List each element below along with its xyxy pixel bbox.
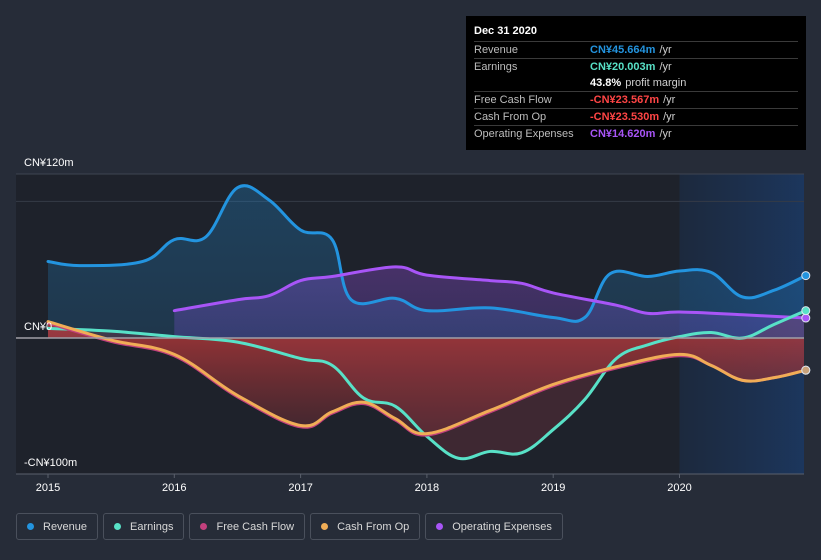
tooltip-unit: /yr xyxy=(663,111,676,123)
legend-label: Revenue xyxy=(43,520,88,533)
tooltip-value: -CN¥23.530m xyxy=(590,111,660,123)
tooltip-row-cash-from-op: Cash From Op -CN¥23.530m /yr xyxy=(474,109,798,126)
x-tick-label: 2020 xyxy=(667,482,691,494)
y-tick-label: -CN¥100m xyxy=(24,457,77,469)
tooltip-row-profit-margin: 43.8% profit margin xyxy=(474,75,798,92)
legend-item-earnings[interactable]: Earnings xyxy=(103,513,185,540)
tooltip-unit: /yr xyxy=(659,61,672,73)
tooltip-label: Revenue xyxy=(474,44,519,56)
x-tick-label: 2016 xyxy=(162,482,186,494)
legend-item-free-cash-flow[interactable]: Free Cash Flow xyxy=(189,513,306,540)
tooltip-label: Cash From Op xyxy=(474,111,547,123)
cash-from-op-end-marker[interactable] xyxy=(801,365,811,375)
legend-label: Free Cash Flow xyxy=(216,520,295,533)
tooltip-row-earnings: Earnings CN¥20.003m /yr xyxy=(474,59,798,75)
earnings-dot-icon xyxy=(114,523,122,530)
legend-item-revenue[interactable]: Revenue xyxy=(16,513,99,540)
tooltip-value: -CN¥23.567m xyxy=(590,94,660,106)
legend-item-operating-expenses[interactable]: Operating Expenses xyxy=(425,513,563,540)
legend-label: Operating Expenses xyxy=(452,520,552,533)
y-tick-label: CN¥120m xyxy=(24,157,74,169)
chart-legend: Revenue Earnings Free Cash Flow Cash Fro… xyxy=(16,513,563,540)
revenue-end-marker[interactable] xyxy=(801,271,811,281)
tooltip-date: Dec 31 2020 xyxy=(474,24,798,42)
legend-label: Earnings xyxy=(130,520,174,533)
tooltip-label: Free Cash Flow xyxy=(474,94,552,106)
x-tick-label: 2019 xyxy=(541,482,565,494)
tooltip-unit: profit margin xyxy=(625,77,687,89)
tooltip-row-free-cash-flow: Free Cash Flow -CN¥23.567m /yr xyxy=(474,92,798,109)
y-tick-label: CN¥0 xyxy=(24,321,52,333)
tooltip-label: Operating Expenses xyxy=(474,128,574,140)
cash-from-op-dot-icon xyxy=(321,523,329,530)
tooltip-value: CN¥14.620m xyxy=(590,128,656,140)
tooltip-value: 43.8% xyxy=(590,77,622,89)
legend-item-cash-from-op[interactable]: Cash From Op xyxy=(310,513,421,540)
tooltip-value: CN¥20.003m xyxy=(590,61,656,73)
operating-expenses-dot-icon xyxy=(436,523,444,530)
tooltip-value: CN¥45.664m xyxy=(590,44,656,56)
tooltip-panel: Dec 31 2020 Revenue CN¥45.664m /yr Earni… xyxy=(466,16,806,150)
tooltip-label xyxy=(474,75,590,91)
operating-expenses-end-marker[interactable] xyxy=(801,313,811,323)
tooltip-unit: /yr xyxy=(659,44,672,56)
tooltip-row-revenue: Revenue CN¥45.664m /yr xyxy=(474,42,798,59)
legend-label: Cash From Op xyxy=(337,520,410,533)
tooltip-row-operating-expenses: Operating Expenses CN¥14.620m /yr xyxy=(474,126,798,142)
x-tick-label: 2017 xyxy=(288,482,312,494)
x-tick-label: 2018 xyxy=(415,482,439,494)
tooltip-unit: /yr xyxy=(663,94,676,106)
tooltip-unit: /yr xyxy=(659,128,672,140)
revenue-dot-icon xyxy=(27,523,34,530)
earnings-end-marker[interactable] xyxy=(801,306,811,316)
free-cash-flow-dot-icon xyxy=(200,523,208,530)
x-tick-label: 2015 xyxy=(36,482,60,494)
tooltip-label: Earnings xyxy=(474,61,518,73)
